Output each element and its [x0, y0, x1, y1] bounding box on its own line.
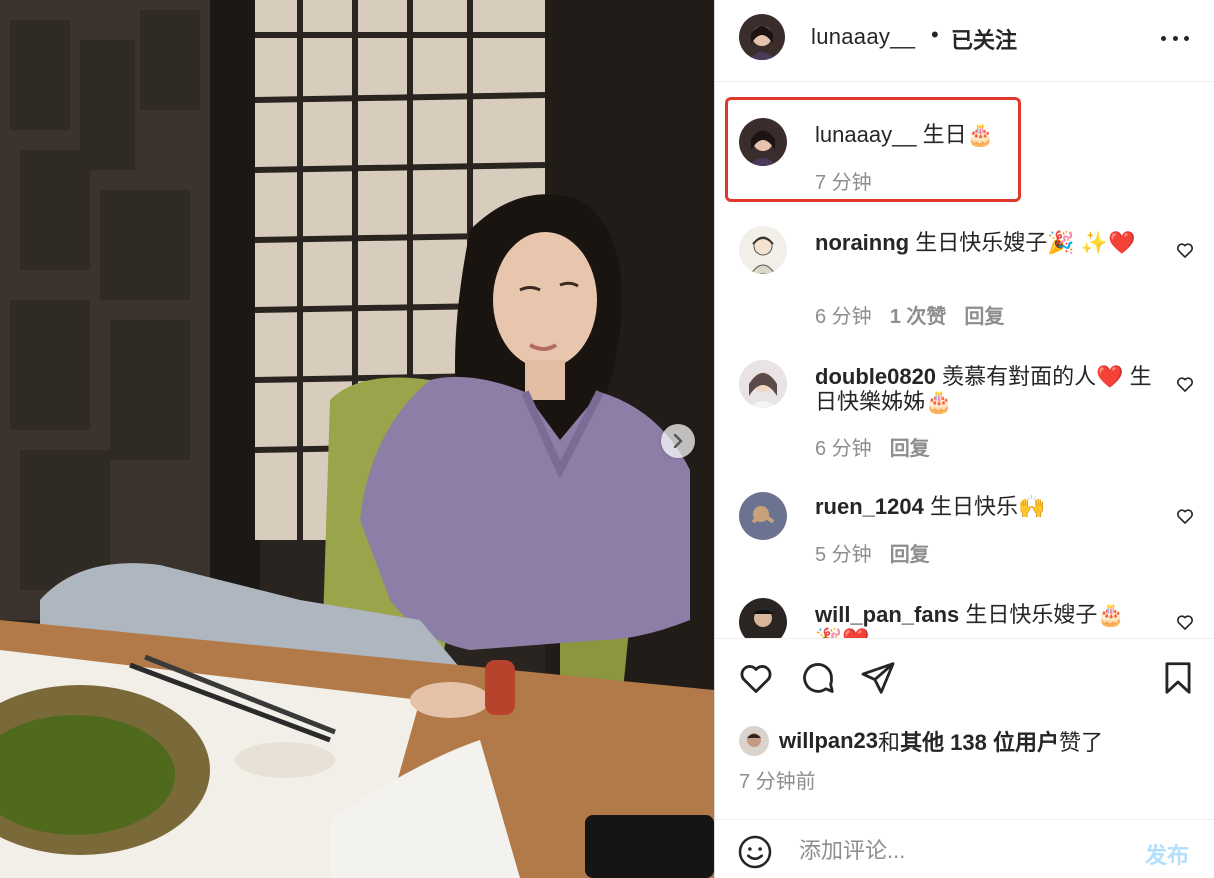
comment-username[interactable]: norainng — [815, 230, 909, 255]
comment-username[interactable]: ruen_1204 — [815, 494, 924, 519]
comment-like-count[interactable]: 1 次赞 — [890, 300, 947, 329]
comments-list[interactable]: lunaaay__ 生日🎂 7 分钟 norainng 生日快乐嫂子🎉 ✨❤️ … — [715, 82, 1214, 638]
likes-and: 和 — [878, 730, 901, 755]
comment-text: 生日快乐🙌 — [929, 494, 1046, 519]
comment-text: 生日快乐嫂子🎉 ✨❤️ — [915, 230, 1136, 255]
comment-time: 6 分钟 — [815, 306, 872, 328]
comment-time: 6 分钟 — [815, 438, 872, 460]
post-actions: willpan23 和 其他 138 位用户 赞了 7 分钟前 发布 — [715, 638, 1214, 878]
commenter-avatar[interactable] — [739, 598, 787, 638]
likes-others[interactable]: 其他 138 位用户 — [900, 725, 1059, 757]
commenter-avatar[interactable] — [739, 226, 787, 274]
reply-button[interactable]: 回复 — [964, 300, 1004, 329]
comment-icon[interactable] — [799, 659, 837, 697]
likes-summary[interactable]: willpan23 和 其他 138 位用户 赞了 — [739, 725, 1103, 757]
post-side-panel: lunaaay__ • 已关注 lunaaay__ 生日🎂 7 分钟 norai… — [714, 0, 1214, 878]
post-photo — [0, 0, 714, 878]
commenter-avatar[interactable] — [739, 492, 787, 540]
bookmark-icon[interactable] — [1159, 659, 1197, 697]
add-comment-input[interactable] — [799, 832, 1119, 870]
likes-suffix: 赞了 — [1059, 730, 1104, 755]
like-heart-icon[interactable] — [737, 659, 775, 697]
share-icon[interactable] — [859, 659, 897, 697]
commenter-avatar[interactable] — [739, 360, 787, 408]
post-header: lunaaay__ • 已关注 — [715, 0, 1214, 82]
liker-avatar — [739, 726, 769, 756]
author-username[interactable]: lunaaay__ — [811, 24, 915, 50]
post-comment-button[interactable]: 发布 — [1145, 838, 1189, 870]
caption-highlight-box — [725, 97, 1021, 202]
heart-icon[interactable] — [1175, 374, 1195, 394]
reply-button[interactable]: 回复 — [890, 432, 930, 461]
separator-dot: • — [931, 22, 939, 47]
author-avatar[interactable] — [739, 14, 785, 60]
post-time-ago: 7 分钟前 — [739, 771, 816, 793]
add-comment-row: 发布 — [715, 819, 1214, 878]
comment-username[interactable]: double0820 — [815, 364, 936, 389]
liker-username[interactable]: willpan23 — [779, 728, 878, 754]
chevron-right-icon — [673, 434, 683, 448]
comment-time: 5 分钟 — [815, 544, 872, 566]
next-photo-button[interactable] — [661, 424, 695, 458]
more-options-icon[interactable] — [1161, 28, 1189, 48]
emoji-icon[interactable] — [737, 834, 773, 870]
following-button[interactable]: 已关注 — [951, 23, 1017, 55]
reply-button[interactable]: 回复 — [890, 538, 930, 567]
photo-illustration — [0, 0, 714, 878]
heart-icon[interactable] — [1175, 506, 1195, 526]
heart-icon[interactable] — [1175, 612, 1195, 632]
comment-username[interactable]: will_pan_fans — [815, 602, 959, 627]
heart-icon[interactable] — [1175, 240, 1195, 260]
